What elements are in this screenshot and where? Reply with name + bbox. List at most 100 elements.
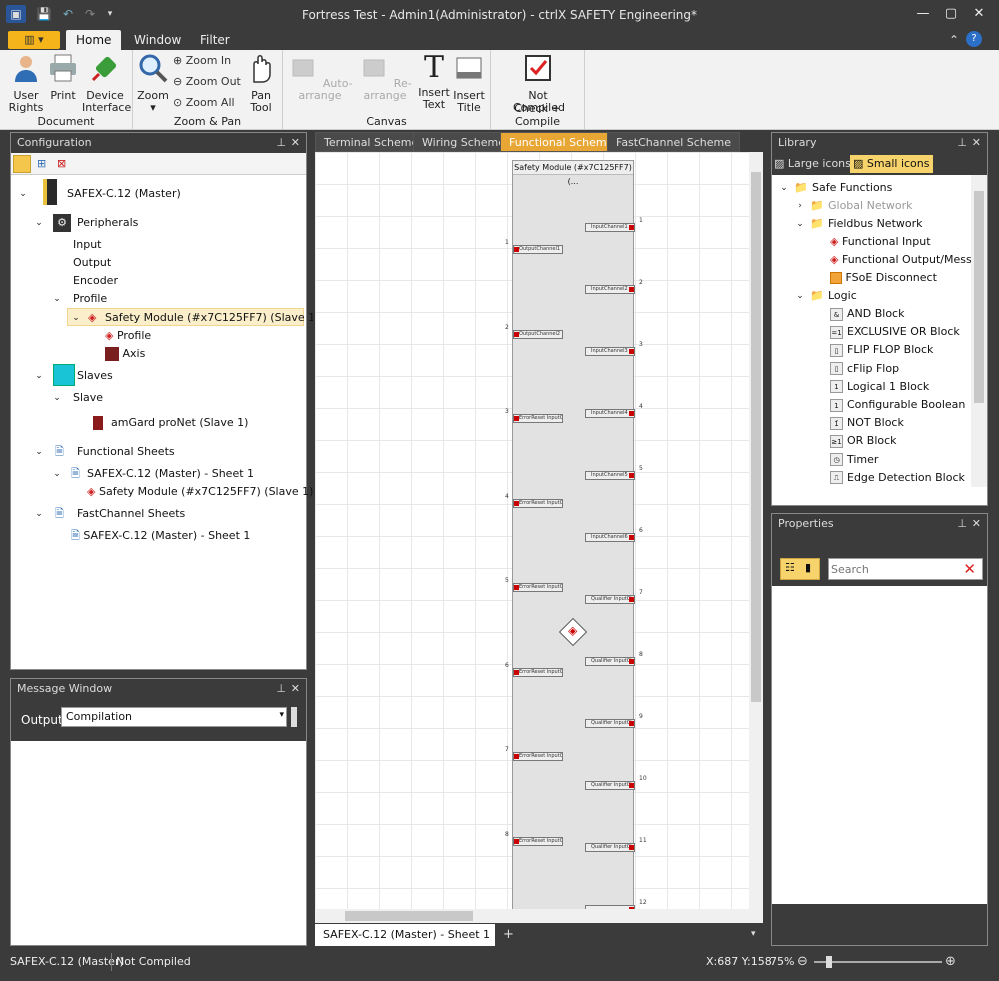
lib-item[interactable]: ◈ Functional Output/Messa — [830, 251, 978, 269]
output-port[interactable]: Qualifier InputChannel5 — [585, 843, 635, 852]
tab-window[interactable]: Window — [124, 30, 191, 50]
config-tree-icon[interactable] — [13, 155, 31, 173]
lib-item[interactable]: ⎍ Edge Detection Block — [830, 469, 965, 487]
zoom-all-button[interactable]: ⊙ Zoom All — [173, 94, 235, 112]
input-port[interactable]: OutputChannel2 — [513, 329, 563, 339]
add-sheet-button[interactable]: + — [503, 927, 514, 942]
tree-item-sheet-module[interactable]: ◈ Safety Module (#x7C125FF7) (Slave 1) — [87, 483, 313, 501]
lib-item[interactable]: ◷ Timer — [830, 451, 878, 469]
input-port[interactable]: ErrorReset InputChannel5 — [513, 752, 563, 761]
collapse-icon[interactable]: ⌄ — [778, 179, 790, 197]
categorized-view-button[interactable]: ☷ ▮ — [780, 558, 820, 580]
add-node-icon[interactable]: ⊞ — [37, 157, 46, 170]
expand-icon[interactable]: › — [794, 197, 806, 215]
zoom-in-button[interactable]: ⊕ Zoom In — [173, 52, 231, 70]
collapse-icon[interactable]: ⌄ — [33, 505, 45, 523]
input-port[interactable]: ErrorReset InputChannel4 — [513, 667, 563, 677]
lib-item[interactable]: ≥1 OR Block — [830, 432, 897, 450]
collapse-icon[interactable]: ⌄ — [33, 443, 45, 461]
re-arrange-button[interactable]: Re-arrange — [355, 52, 415, 102]
output-port[interactable]: Qualifier InputChannel3 — [585, 719, 635, 728]
pin-icon[interactable]: ⊥ — [276, 133, 286, 153]
collapse-icon[interactable]: ⌄ — [794, 287, 806, 305]
large-icons-button[interactable]: ▨ Large icons — [774, 155, 851, 173]
pin-icon[interactable]: ⊥ — [957, 514, 967, 534]
clear-search-icon[interactable]: ✕ — [963, 560, 976, 578]
device-interface-button[interactable]: Device Interface — [82, 52, 131, 114]
chevron-down-icon[interactable]: ▾ — [751, 929, 756, 939]
lib-item[interactable]: ▯ cFlip Flop — [830, 360, 899, 378]
zoom-slider-handle[interactable] — [826, 956, 832, 968]
collapse-icon[interactable]: ⌄ — [33, 214, 45, 232]
output-port[interactable]: InputChannel3 — [585, 347, 635, 356]
tab-wiring-scheme[interactable]: Wiring Scheme — [413, 132, 514, 152]
horizontal-scrollbar[interactable] — [315, 909, 763, 923]
toolbar-overflow[interactable] — [291, 707, 297, 727]
collapse-icon[interactable]: ⌄ — [51, 290, 63, 308]
tab-home[interactable]: Home — [66, 30, 122, 50]
application-menu-button[interactable]: ▥ ▾ — [8, 31, 60, 49]
user-rights-button[interactable]: User Rights — [6, 52, 46, 114]
tab-sheet[interactable]: SAFEX-C.12 (Master) - Sheet 1 — [315, 924, 495, 946]
output-port[interactable]: InputChannel2 — [585, 285, 635, 294]
remove-node-icon[interactable]: ⊠ — [57, 157, 66, 170]
lib-item[interactable]: 1̄ NOT Block — [830, 414, 904, 432]
scroll-thumb[interactable] — [751, 172, 761, 702]
tab-fastchannel-scheme[interactable]: FastChannel Scheme — [607, 132, 741, 152]
help-icon[interactable]: ? — [966, 31, 982, 47]
lib-item[interactable]: 1 Configurable Boolean — [830, 396, 965, 414]
zoom-out-button[interactable]: ⊖ Zoom Out — [173, 73, 241, 91]
insert-text-button[interactable]: T Insert Text — [417, 52, 451, 111]
insert-title-button[interactable]: Insert Title — [451, 52, 487, 114]
tree-item-encoder[interactable]: Encoder — [73, 272, 118, 290]
tree-item-module-profile[interactable]: ◈ Profile — [105, 327, 151, 345]
collapse-icon[interactable]: ⌄ — [17, 185, 29, 203]
lib-item[interactable]: =1 EXCLUSIVE OR Block — [830, 323, 960, 341]
tab-filter[interactable]: Filter — [190, 30, 240, 50]
close-icon[interactable]: ✕ — [972, 133, 981, 153]
vertical-scrollbar[interactable] — [971, 175, 987, 487]
tree-item-axis[interactable]: Axis — [105, 345, 145, 363]
close-icon[interactable]: ✕ — [972, 514, 981, 534]
pan-tool-button[interactable]: Pan Tool — [243, 52, 279, 114]
tree-item-input[interactable]: Input — [73, 236, 101, 254]
zoom-button[interactable]: Zoom ▾ — [135, 52, 171, 114]
maximize-button[interactable]: ▢ — [938, 4, 964, 24]
collapse-icon[interactable]: ⌄ — [51, 389, 63, 407]
lib-item[interactable]: ▯ FLIP FLOP Block — [830, 341, 933, 359]
pin-icon[interactable]: ⊥ — [957, 133, 967, 153]
close-icon[interactable]: ✕ — [291, 133, 300, 153]
close-icon[interactable]: ✕ — [291, 679, 300, 699]
properties-search[interactable]: ✕ — [828, 558, 983, 580]
output-port[interactable]: Qualifier InputChannel1 — [585, 595, 635, 604]
tree-item-amgard[interactable]: amGard proNet (Slave 1) — [93, 414, 248, 432]
output-port[interactable]: Qualifier InputChannel2 — [585, 657, 635, 666]
zoom-slider[interactable] — [814, 956, 942, 968]
output-port[interactable]: Qualifier InputChannel4 — [585, 781, 635, 790]
print-button[interactable]: Print — [46, 52, 80, 102]
auto-arrange-button[interactable]: Auto-arrange — [287, 52, 353, 102]
output-select[interactable]: Compilation ▾ — [61, 707, 287, 727]
collapse-ribbon-icon[interactable]: ⌃ — [944, 31, 964, 49]
lib-item[interactable]: ◈ Functional Input — [830, 233, 931, 251]
input-port[interactable]: ErrorReset InputChannel2 — [513, 498, 563, 508]
collapse-icon[interactable]: ⌄ — [33, 367, 45, 385]
tab-functional-scheme[interactable]: Functional Scheme — [500, 132, 623, 152]
vertical-scrollbar[interactable] — [749, 152, 763, 909]
pin-icon[interactable]: ⊥ — [276, 679, 286, 699]
scroll-thumb[interactable] — [345, 911, 473, 921]
input-port[interactable]: OutputChannel1 — [513, 245, 563, 254]
output-port[interactable]: InputChannel5 — [585, 471, 635, 480]
tree-item-fastchannel-sheet[interactable]: 🗎 SAFEX-C.12 (Master) - Sheet 1 — [71, 527, 250, 545]
zoom-in-icon[interactable]: ⊕ — [945, 954, 956, 969]
output-port[interactable]: InputChannel4 — [585, 409, 635, 418]
output-port[interactable]: InputChannel1 — [585, 223, 635, 232]
tab-terminal-scheme[interactable]: Terminal Scheme — [315, 132, 428, 152]
lib-item[interactable]: & AND Block — [830, 305, 904, 323]
input-port[interactable]: ErrorReset InputChannel1 — [513, 414, 563, 423]
input-port[interactable]: ErrorReset InputChannel3 — [513, 583, 563, 592]
search-input[interactable] — [831, 561, 951, 577]
zoom-out-icon[interactable]: ⊖ — [797, 954, 808, 969]
safety-module-block[interactable]: Safety Module (#x7C125FF7) (... ◈ 1 Outpu… — [505, 160, 647, 909]
lib-item[interactable]: 1 Logical 1 Block — [830, 378, 929, 396]
